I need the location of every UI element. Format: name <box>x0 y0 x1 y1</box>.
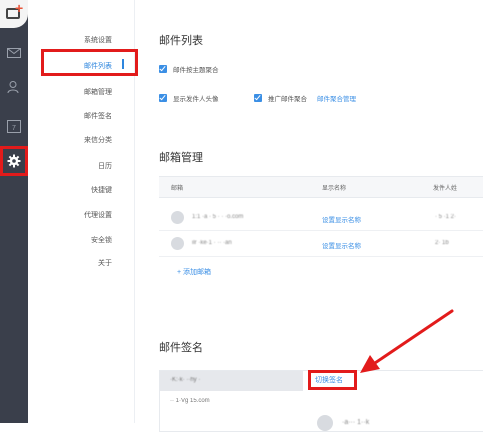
signature-account-selected[interactable]: ·K:·k· ··hy · <box>160 371 303 391</box>
col-sender-name: 发件人姓 <box>433 186 458 192</box>
menu-item-shortcuts[interactable]: 快捷键 <box>91 185 112 195</box>
option-promo-aggregate[interactable]: 推广邮件聚合 邮件聚合管理 <box>254 93 356 103</box>
menu-item-proxy[interactable]: 代理设置 <box>84 210 112 220</box>
compose-button[interactable]: + <box>0 0 28 28</box>
email-cell: 1:1 ·a · 5 · · ·o.com <box>192 214 244 220</box>
highlight-gear-box <box>0 146 28 176</box>
annotation-arrow-icon <box>360 309 454 373</box>
menu-item-mailbox-mgmt[interactable]: 邮箱管理 <box>84 87 112 97</box>
mail-icon[interactable] <box>5 44 23 62</box>
menu-item-signature[interactable]: 邮件签名 <box>84 111 112 121</box>
menu-item-category[interactable]: 来信分类 <box>84 135 112 145</box>
set-display-name-link[interactable]: 设置显示名称 <box>322 240 361 250</box>
checkbox-icon[interactable] <box>254 94 262 102</box>
account-1: ·K:·k· ··hy · <box>170 377 201 383</box>
sender-cell: 2· 1b <box>435 240 449 246</box>
table-row: ilr ·ke·1 · ·· ·an 设置显示名称 2· 1b <box>159 232 483 257</box>
menu-item-security-lock[interactable]: 安全锁 <box>91 235 112 245</box>
svg-text:7: 7 <box>12 125 16 132</box>
avatar <box>171 211 184 224</box>
mailbox-table-header: 邮箱 显示名称 发件人姓 <box>159 176 483 198</box>
option-show-avatar[interactable]: 显示发件人头像 <box>159 93 219 103</box>
set-display-name-link[interactable]: 设置显示名称 <box>322 214 361 224</box>
menu-item-about[interactable]: 关于 <box>98 258 112 268</box>
email-cell: ilr ·ke·1 · ·· ·an <box>192 240 232 246</box>
checkbox-icon[interactable] <box>159 65 167 73</box>
sender-cell: · 5 ·1 2· <box>435 214 457 220</box>
contacts-icon[interactable] <box>5 78 23 96</box>
aggregate-manage-link[interactable]: 邮件聚合管理 <box>317 93 356 103</box>
checkbox-icon[interactable] <box>159 94 167 102</box>
calendar-icon[interactable]: 7 <box>5 117 23 135</box>
table-row: 1:1 ·a · 5 · · ·o.com 设置显示名称 · 5 ·1 2· <box>159 206 483 231</box>
avatar <box>171 237 184 250</box>
mail-list-title: 邮件列表 <box>159 35 203 47</box>
avatar <box>317 415 333 431</box>
signature-title: 邮件签名 <box>159 342 203 354</box>
mailbox-mgmt-title: 邮箱管理 <box>159 152 203 164</box>
menu-item-calendar[interactable]: 日历 <box>98 161 112 171</box>
col-display-name: 显示名称 <box>322 186 347 192</box>
account-2[interactable]: ·· 1·Vg 15.com <box>170 398 210 404</box>
option-group-by-topic[interactable]: 邮件按主题聚合 <box>159 64 219 74</box>
app-sidebar: + 7 <box>0 0 28 423</box>
highlight-mail-list-box <box>41 49 138 76</box>
menu-item-system[interactable]: 系统设置 <box>84 35 112 45</box>
col-email: 邮箱 <box>171 186 184 192</box>
add-mailbox-link[interactable]: + 添加邮箱 <box>177 267 211 277</box>
